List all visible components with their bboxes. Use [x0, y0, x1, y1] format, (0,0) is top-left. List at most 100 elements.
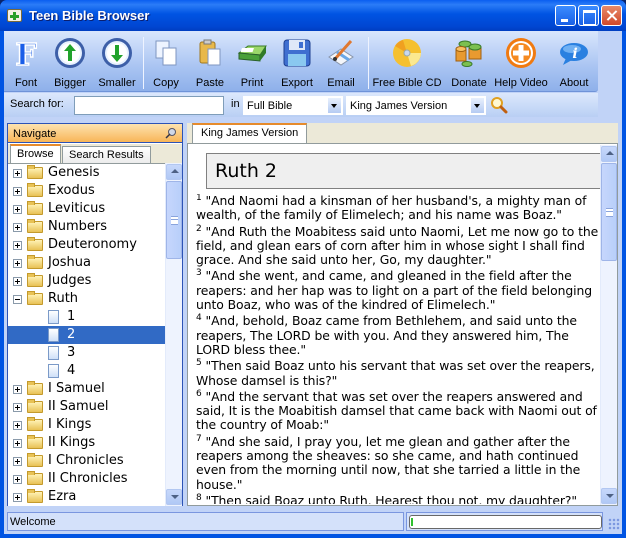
chevron-down-icon[interactable]	[471, 98, 484, 113]
chevron-down-icon[interactable]	[328, 98, 341, 113]
scope-select[interactable]: Full Bible	[243, 96, 343, 115]
tree-book-ruth[interactable]: Ruth	[8, 290, 165, 308]
bigger-button[interactable]: Bigger	[50, 33, 90, 91]
verse-number: 4	[196, 313, 202, 324]
folder-icon	[27, 219, 43, 233]
tree-book-joshua[interactable]: Joshua	[8, 254, 165, 272]
expand-icon[interactable]	[13, 259, 22, 268]
version-select[interactable]: King James Version	[346, 96, 486, 115]
close-button[interactable]	[601, 5, 622, 26]
title-bar[interactable]: Teen Bible Browser	[0, 0, 626, 31]
navigate-title: Navigate	[13, 128, 57, 140]
tree-chapter[interactable]: 3	[8, 344, 165, 362]
print-button[interactable]: Print	[236, 33, 268, 91]
verse: 1 "And Naomi had a kinsman of her husban…	[196, 194, 600, 223]
resize-grip-icon[interactable]	[608, 518, 620, 530]
scroll-thumb[interactable]	[166, 181, 182, 259]
verse-number: 8	[196, 492, 202, 503]
scroll-down-button[interactable]	[601, 488, 617, 504]
about-button[interactable]: i About	[554, 33, 594, 91]
app-icon	[7, 9, 22, 22]
tree-book-label: Judges	[48, 273, 92, 288]
search-input[interactable]	[74, 96, 224, 115]
tree-book-numbers[interactable]: Numbers	[8, 218, 165, 236]
tree-chapter[interactable]: 2	[8, 326, 165, 344]
tree-book-ii-samuel[interactable]: II Samuel	[8, 398, 165, 416]
minimize-button[interactable]	[555, 5, 576, 26]
tree-chapter[interactable]: 4	[8, 362, 165, 380]
chapter-title: Ruth 2	[206, 153, 601, 189]
smaller-button[interactable]: Smaller	[96, 33, 138, 91]
expand-icon[interactable]	[13, 457, 22, 466]
tab-browse[interactable]: Browse	[10, 144, 61, 163]
tree-book-ezra[interactable]: Ezra	[8, 488, 165, 506]
expand-icon[interactable]	[13, 385, 22, 394]
verse: 4 "And, behold, Boaz came from Bethlehem…	[196, 314, 600, 357]
scroll-down-button[interactable]	[166, 489, 182, 505]
paste-button[interactable]: Paste	[194, 33, 226, 91]
folder-icon	[27, 453, 43, 467]
pin-icon[interactable]	[165, 127, 177, 139]
tree-book-label: II Kings	[48, 435, 96, 450]
email-button[interactable]: Email	[324, 33, 358, 91]
maximize-button[interactable]	[578, 5, 599, 26]
help-video-button[interactable]: Help Video	[494, 33, 548, 91]
tree-book-exodus[interactable]: Exodus	[8, 182, 165, 200]
tree-chapter-label: 4	[67, 363, 76, 378]
tree-book-i-samuel[interactable]: I Samuel	[8, 380, 165, 398]
expand-icon[interactable]	[13, 169, 22, 178]
scope-value: Full Bible	[247, 100, 293, 112]
font-button[interactable]: F Font	[8, 33, 44, 91]
window-title: Teen Bible Browser	[29, 8, 150, 23]
navigate-header: Navigate	[8, 124, 182, 143]
expand-icon[interactable]	[13, 205, 22, 214]
expand-icon[interactable]	[13, 187, 22, 196]
floppy-disk-icon	[283, 39, 311, 67]
collapse-icon[interactable]	[13, 295, 22, 304]
status-progress-pane	[406, 512, 603, 531]
navigate-panel: Navigate Browse Search Results Genesis Ex…	[7, 123, 183, 506]
printer-icon	[237, 45, 267, 62]
expand-icon[interactable]	[13, 277, 22, 286]
expand-icon[interactable]	[13, 475, 22, 484]
expand-icon[interactable]	[13, 439, 22, 448]
verse-number: 2	[196, 223, 202, 234]
verse-text: "Then said Boaz unto his servant that wa…	[196, 358, 595, 388]
tree-book-ii-chronicles[interactable]: II Chronicles	[8, 470, 165, 488]
tree-book-i-kings[interactable]: I Kings	[8, 416, 165, 434]
export-button[interactable]: Export	[279, 33, 315, 91]
progress-bar	[409, 515, 602, 529]
document-icon	[48, 364, 59, 378]
donate-button[interactable]: Donate	[449, 33, 489, 91]
verse: 7 "And she said, I pray you, let me glea…	[196, 433, 600, 492]
search-icon[interactable]	[490, 96, 508, 114]
tree-chapter-label: 1	[67, 309, 76, 324]
scroll-thumb[interactable]	[601, 163, 617, 261]
expand-icon[interactable]	[13, 241, 22, 250]
copy-button[interactable]: Copy	[150, 33, 182, 91]
tree-book-i-chronicles[interactable]: I Chronicles	[8, 452, 165, 470]
svg-text:F: F	[15, 38, 36, 69]
tab-search-results[interactable]: Search Results	[62, 146, 151, 163]
expand-icon[interactable]	[13, 421, 22, 430]
verse-number: 5	[196, 358, 202, 369]
tree-book-label: Joshua	[48, 255, 92, 270]
verse: 8 "Then said Boaz unto Ruth, Hearest tho…	[196, 492, 600, 504]
tree-book-genesis[interactable]: Genesis	[8, 164, 165, 182]
tree-book-label: II Samuel	[48, 399, 109, 414]
tree-chapter[interactable]: 1	[8, 308, 165, 326]
tree-book-deuteronomy[interactable]: Deuteronomy	[8, 236, 165, 254]
expand-icon[interactable]	[13, 493, 22, 502]
tree-book-ii-kings[interactable]: II Kings	[8, 434, 165, 452]
expand-icon[interactable]	[13, 223, 22, 232]
free-bible-cd-button[interactable]: Free Bible CD	[372, 33, 442, 91]
tab-king-james-version[interactable]: King James Version	[192, 123, 308, 143]
scroll-up-button[interactable]	[601, 146, 617, 162]
expand-icon[interactable]	[13, 403, 22, 412]
verse-number: 7	[196, 433, 202, 444]
scroll-up-button[interactable]	[166, 164, 182, 180]
tree-book-judges[interactable]: Judges	[8, 272, 165, 290]
tree-scrollbar[interactable]	[165, 163, 182, 506]
tree-book-leviticus[interactable]: Leviticus	[8, 200, 165, 218]
reader-scrollbar[interactable]	[600, 145, 617, 505]
